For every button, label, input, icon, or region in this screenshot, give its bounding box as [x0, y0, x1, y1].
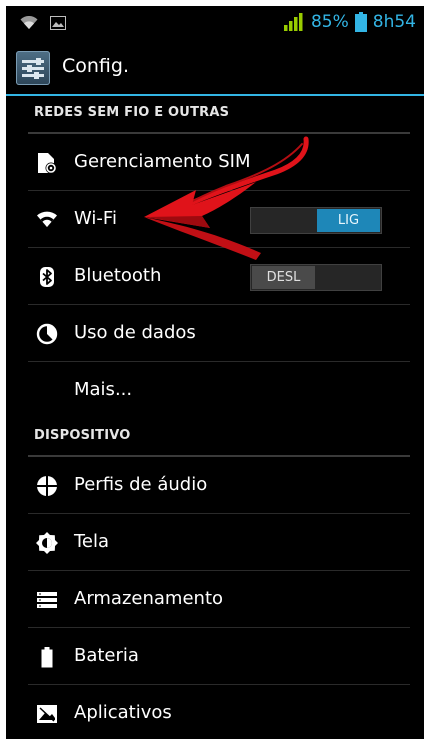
sim-card-icon	[38, 153, 57, 174]
settings-item-storage[interactable]: Armazenamento	[6, 571, 424, 628]
audio-profiles-icon	[36, 475, 58, 497]
apps-icon	[37, 705, 57, 723]
settings-item-battery[interactable]: Bateria	[6, 628, 424, 685]
settings-item-data-usage[interactable]: Uso de dados	[6, 305, 424, 362]
signal-icon	[283, 13, 303, 31]
settings-item-audio-profiles[interactable]: Perfis de áudio	[6, 457, 424, 514]
wifi-icon	[37, 211, 57, 227]
settings-item-apps[interactable]: Aplicativos	[6, 685, 424, 739]
settings-item-wifi[interactable]: Wi-Fi LIG	[6, 191, 424, 248]
settings-list: REDES SEM FIO E OUTRAS Gerenciamento SIM…	[6, 96, 424, 739]
display-icon	[36, 532, 58, 554]
section-header-device: DISPOSITIVO	[6, 419, 424, 457]
settings-item-sim[interactable]: Gerenciamento SIM	[6, 134, 424, 191]
clock: 8h54	[372, 12, 416, 32]
toggle-state: DESL	[252, 266, 315, 289]
settings-item-label: Armazenamento	[74, 588, 224, 609]
section-header-wireless: REDES SEM FIO E OUTRAS	[6, 96, 424, 134]
settings-item-label: Gerenciamento SIM	[74, 151, 251, 172]
settings-item-label: Uso de dados	[74, 322, 196, 343]
settings-item-bluetooth[interactable]: Bluetooth DESL	[6, 248, 424, 305]
settings-item-label: Wi-Fi	[74, 208, 117, 229]
settings-item-label: Perfis de áudio	[74, 474, 208, 495]
toggle-state: LIG	[317, 209, 380, 232]
settings-item-label: Bluetooth	[74, 265, 162, 286]
section-title: REDES SEM FIO E OUTRAS	[34, 105, 230, 120]
status-bar: 85% 8h54	[6, 6, 424, 42]
settings-app-icon[interactable]	[16, 51, 50, 85]
page-title: Config.	[62, 55, 130, 77]
action-bar: Config.	[6, 42, 424, 96]
battery-percent: 85%	[310, 12, 349, 32]
settings-item-label: Tela	[74, 531, 110, 552]
settings-item-display[interactable]: Tela	[6, 514, 424, 571]
battery-icon	[354, 12, 367, 32]
bluetooth-toggle[interactable]: DESL	[250, 264, 382, 291]
settings-item-label: Bateria	[74, 645, 139, 666]
data-usage-icon	[36, 323, 58, 345]
settings-item-more[interactable]: Mais...	[6, 362, 424, 419]
wifi-toggle[interactable]: LIG	[250, 207, 382, 234]
storage-icon	[37, 592, 57, 608]
settings-item-label: Mais...	[74, 379, 133, 400]
section-title: DISPOSITIVO	[34, 428, 131, 443]
battery-icon	[41, 647, 53, 668]
wifi-icon	[20, 16, 38, 29]
settings-item-label: Aplicativos	[74, 702, 172, 723]
phone-screen: 85% 8h54 Config. REDES SEM FIO E OUTRAS	[6, 6, 424, 739]
bluetooth-icon	[40, 267, 54, 287]
image-notification-icon	[50, 16, 66, 30]
